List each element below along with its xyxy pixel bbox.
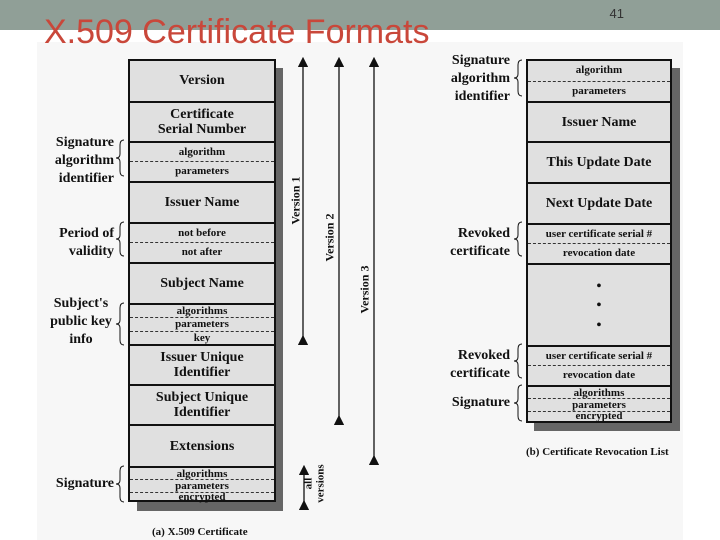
diagram-lines [115,56,523,511]
brace-signature [115,465,125,503]
crl-brace-signature [513,384,523,422]
brace-sig-alg [115,139,125,177]
crl-brace-sig-alg [513,59,523,97]
brace-public-key [115,302,125,346]
crl-brace-revoked-1 [513,221,523,257]
brace-validity [115,221,125,257]
crl-brace-revoked-2 [513,343,523,379]
